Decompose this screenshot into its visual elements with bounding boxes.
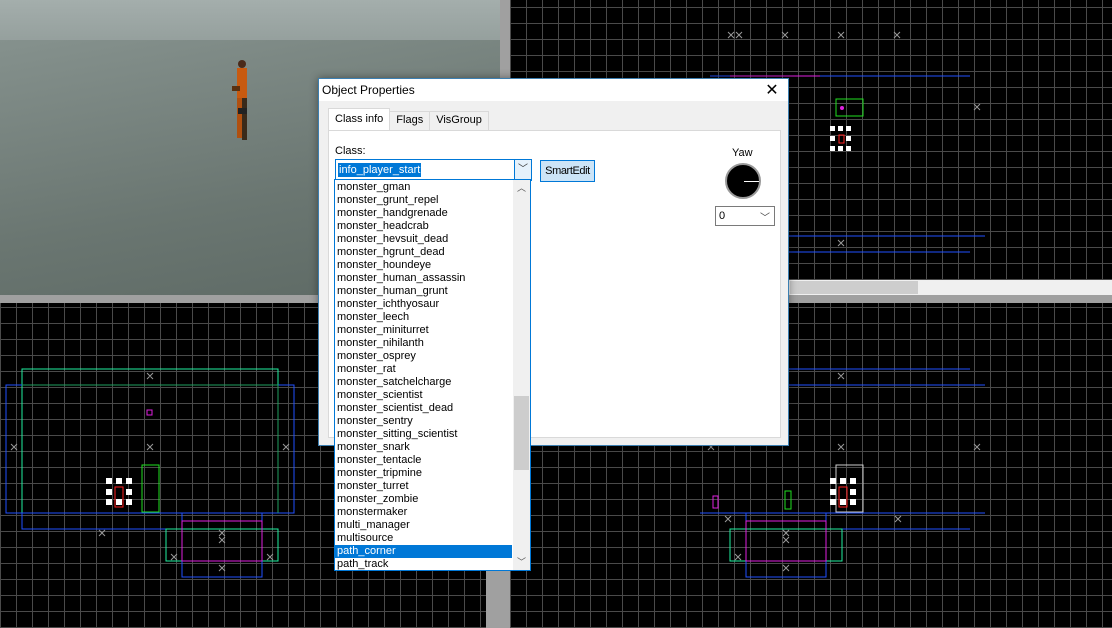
list-item[interactable]: monster_tripmine: [335, 467, 512, 480]
list-item[interactable]: path_corner: [335, 545, 512, 558]
title-bar: Object Properties ✕: [319, 79, 788, 101]
class-value[interactable]: info_player_start: [338, 163, 422, 177]
list-item[interactable]: monster_hgrunt_dead: [335, 246, 512, 259]
list-item[interactable]: monster_human_grunt: [335, 285, 512, 298]
yaw-needle: [744, 181, 759, 182]
tab-flags[interactable]: Flags: [389, 111, 431, 130]
smartedit-button[interactable]: SmartEdit: [540, 160, 595, 182]
list-scrollbar[interactable]: ︿ ﹀: [513, 180, 530, 570]
list-item[interactable]: monster_zombie: [335, 493, 512, 506]
list-item[interactable]: monster_scientist_dead: [335, 402, 512, 415]
class-combobox[interactable]: info_player_start ﹀: [335, 159, 532, 181]
list-item[interactable]: monster_tentacle: [335, 454, 512, 467]
player-model: [232, 60, 247, 140]
list-item[interactable]: multi_manager: [335, 519, 512, 532]
list-item[interactable]: monster_hevsuit_dead: [335, 233, 512, 246]
class-list-items: monster_gman monster_grunt_repel monster_h…: [335, 181, 512, 570]
list-item[interactable]: monster_rat: [335, 363, 512, 376]
class-dropdown-list[interactable]: monster_gman monster_grunt_repel monster_h…: [334, 179, 531, 571]
tab-class-info[interactable]: Class info: [328, 108, 391, 130]
scrollbar-thumb[interactable]: [790, 281, 918, 294]
list-item[interactable]: path_track: [335, 558, 512, 570]
list-item[interactable]: monster_sitting_scientist: [335, 428, 512, 441]
dialog-title: Object Properties: [322, 83, 415, 97]
chevron-down-icon[interactable]: ﹀: [513, 554, 530, 570]
list-item[interactable]: monster_leech: [335, 311, 512, 324]
scrollbar-thumb[interactable]: [514, 396, 529, 470]
list-item[interactable]: monster_human_assassin: [335, 272, 512, 285]
list-item[interactable]: monster_snark: [335, 441, 512, 454]
tab-visgroup[interactable]: VisGroup: [429, 111, 489, 130]
chevron-up-icon[interactable]: ︿: [513, 180, 530, 196]
list-item[interactable]: monster_sentry: [335, 415, 512, 428]
yaw-select[interactable]: 0 ﹀: [715, 206, 775, 226]
list-item[interactable]: monster_handgrenade: [335, 207, 512, 220]
yaw-value: 0: [719, 210, 726, 222]
list-item[interactable]: monster_turret: [335, 480, 512, 493]
yaw-dial[interactable]: [725, 163, 761, 199]
list-item[interactable]: multisource: [335, 532, 512, 545]
list-item[interactable]: monster_headcrab: [335, 220, 512, 233]
list-item[interactable]: monster_osprey: [335, 350, 512, 363]
list-item[interactable]: monster_satchelcharge: [335, 376, 512, 389]
class-label: Class:: [335, 145, 366, 157]
list-item[interactable]: monster_houndeye: [335, 259, 512, 272]
list-item[interactable]: monster_scientist: [335, 389, 512, 402]
close-icon[interactable]: ✕: [762, 80, 782, 100]
yaw-label: Yaw: [732, 147, 753, 159]
list-item[interactable]: monster_nihilanth: [335, 337, 512, 350]
list-item[interactable]: monster_miniturret: [335, 324, 512, 337]
list-item[interactable]: monster_ichthyosaur: [335, 298, 512, 311]
list-item[interactable]: monster_gman: [335, 181, 512, 194]
chevron-down-icon[interactable]: ﹀: [760, 209, 770, 224]
tab-bar: Class info Flags VisGroup: [328, 108, 489, 130]
chevron-down-icon[interactable]: ﹀: [514, 160, 531, 180]
list-item[interactable]: monstermaker: [335, 506, 512, 519]
list-item[interactable]: monster_grunt_repel: [335, 194, 512, 207]
